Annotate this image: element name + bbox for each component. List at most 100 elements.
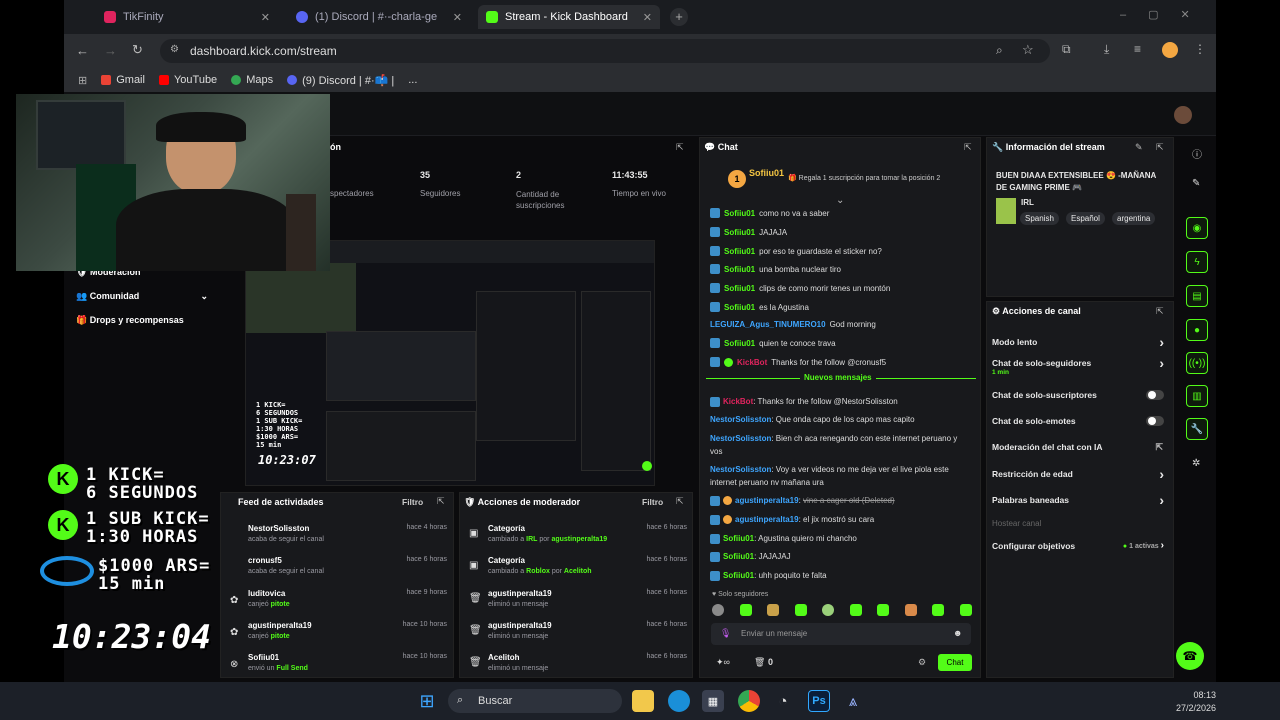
activity-item[interactable]: cronusf5 acaba de seguir el canal (248, 556, 324, 575)
info-icon[interactable]: ⓘ (1192, 146, 1202, 161)
chat-username[interactable]: Sofiiu01 (723, 552, 754, 561)
activity-popout-icon[interactable]: ⇱ (437, 496, 445, 507)
emote-icon[interactable] (904, 604, 917, 616)
wrench-icon[interactable]: 🔧 (1186, 418, 1208, 440)
emote-icon[interactable] (794, 604, 807, 616)
chat-message[interactable]: Sofiiu01 como no va a saber (710, 208, 970, 218)
tab-tikfinity[interactable]: TikFinity ✕ (96, 5, 278, 29)
zoom-icon[interactable]: ⌕ (996, 43, 1003, 58)
edit-icon[interactable]: ✎ (1135, 142, 1143, 153)
stream-preview[interactable]: 1 KICK= 6 SEGUNDOS 1 SUB KICK= 1:30 HORAS $1… (245, 240, 655, 486)
channel-action-item[interactable]: Chat de solo-emotes (992, 416, 1168, 426)
windows-start-icon[interactable]: ⊞ (416, 690, 438, 712)
emote-icon[interactable] (822, 604, 835, 616)
channel-action-item[interactable]: Palabras baneadas › (992, 492, 1168, 508)
chat-username[interactable]: Sofiiu01 (724, 228, 755, 237)
chat-message[interactable]: NestorSolisston: Que onda capo de los ca… (710, 413, 970, 426)
send-chat-button[interactable]: Chat (938, 654, 972, 671)
chat-username[interactable]: agustinperalta19 (735, 496, 799, 505)
mod-action-item[interactable]: Categoría cambiado a Roblox por Acelitoh (488, 556, 592, 575)
channel-action-item[interactable]: Modo lento › (992, 334, 1168, 350)
broadcast-icon[interactable]: ((•)) (1186, 352, 1208, 374)
chat-username[interactable]: Sofiiu01 (724, 339, 755, 348)
chat-message[interactable]: Sofiiu01 quien te conoce trava (710, 338, 970, 348)
chat-username[interactable]: Sofiiu01 (723, 534, 754, 543)
emote-bar[interactable] (712, 604, 972, 618)
chat-username[interactable]: NestorSolisston (710, 415, 771, 424)
points-icon[interactable]: ✦∞ (716, 657, 730, 668)
address-bar[interactable]: dashboard.kick.com/stream (160, 39, 1050, 63)
channel-action-item[interactable]: Restricción de edad › (992, 466, 1168, 482)
activity-item[interactable]: agustinperalta19 canjeó pitote (248, 621, 312, 640)
file-explorer-icon[interactable] (632, 690, 654, 712)
bookmark-discord[interactable]: (9) Discord | #·📫 | (287, 74, 394, 87)
popout-icon[interactable]: ⇱ (676, 142, 684, 153)
store-icon[interactable]: ▦ (702, 690, 724, 712)
forward-icon[interactable]: → (104, 43, 117, 58)
channel-action-item[interactable]: Chat de solo-suscriptores (992, 390, 1168, 400)
activity-item[interactable]: Sofiiu01 envió un Full Send (248, 653, 308, 672)
mod-filter[interactable]: Filtro (642, 497, 663, 507)
nav-community[interactable]: 👥 Comunidad ⌄ (76, 291, 208, 302)
chat-message[interactable]: NestorSolisston: Voy a ver videos no me … (710, 463, 970, 489)
emote-icon[interactable] (877, 604, 890, 616)
mod-action-item[interactable]: Acelitoh eliminó un mensaje (488, 653, 548, 672)
taskbar-search[interactable]: Buscar (448, 689, 622, 713)
emote-icon[interactable] (849, 604, 862, 616)
chat-input[interactable]: Enviar un mensaje (711, 623, 971, 645)
chat-message[interactable]: NestorSolisston: Bien ch aca renegando c… (710, 432, 970, 458)
chat-message[interactable]: Sofiiu01: JAJAJAJ (710, 550, 970, 563)
bookmark-maps[interactable]: Maps (231, 74, 273, 86)
close-icon[interactable]: ✕ (261, 11, 270, 24)
chat-message[interactable]: KickBot: Thanks for the follow @NestorSo… (710, 395, 970, 408)
channel-action-item[interactable]: Moderación del chat con IA ⇱ (992, 442, 1168, 452)
stream-info-popout-icon[interactable]: ⇱ (1156, 142, 1164, 153)
lightning-icon[interactable]: ϟ (1186, 251, 1208, 273)
chrome-icon[interactable] (738, 690, 760, 712)
chat-username[interactable]: Sofiiu01 (724, 284, 755, 293)
download-icon[interactable]: ⤓ (1104, 42, 1109, 57)
tab-discord[interactable]: (1) Discord | #·-charla-ge ✕ (288, 5, 470, 29)
gift-counter[interactable]: 🗑 0 (754, 657, 773, 668)
apps-icon[interactable]: ⊞ (78, 74, 87, 87)
media-icon[interactable]: ≡ (1134, 42, 1141, 56)
emote-icon[interactable] (712, 604, 724, 616)
extensions-icon[interactable]: ⧉ (1062, 42, 1071, 57)
chat-username[interactable]: KickBot (723, 397, 753, 406)
bookmark-gmail[interactable]: Gmail (101, 74, 145, 86)
obs-icon[interactable]: ◔ (772, 690, 794, 712)
channel-actions-popout-icon[interactable]: ⇱ (1156, 306, 1164, 317)
more-actions-icon[interactable]: ✲ (1192, 458, 1200, 469)
chat-username[interactable]: Sofiiu01 (724, 209, 755, 218)
emote-icon[interactable] (932, 604, 945, 616)
emote-icon[interactable] (959, 604, 972, 616)
close-icon[interactable]: ✕ (453, 11, 462, 24)
bookmark-star-icon[interactable]: ☆ (1022, 42, 1034, 58)
emote-icon[interactable] (739, 604, 752, 616)
chat-username[interactable]: Sofiiu01 (724, 303, 755, 312)
app-icon[interactable]: ⩓ (842, 690, 864, 712)
mod-action-item[interactable]: Categoría cambiado a IRL por agustinperal… (488, 524, 607, 543)
settings-icon[interactable]: ⚙ (918, 657, 926, 668)
channel-action-item[interactable]: Chat de solo-seguidores 1 min › (992, 355, 1168, 376)
chat-bubble-icon[interactable]: ● (1186, 319, 1208, 341)
mod-popout-icon[interactable]: ⇱ (676, 496, 684, 507)
photoshop-icon[interactable]: Ps (808, 690, 830, 712)
new-tab-button[interactable]: + (670, 8, 688, 26)
chat-message[interactable]: agustinperalta19: vine a cager old (Dele… (710, 494, 970, 507)
chat-message[interactable]: Sofiiu01 por eso te guardaste el sticker … (710, 246, 970, 256)
document-icon[interactable]: ▤ (1186, 285, 1208, 307)
top-gifter[interactable]: Sofiiu01 (749, 168, 784, 178)
taskbar-clock[interactable]: 08:13 27/2/2026 (1176, 689, 1216, 715)
chat-username[interactable]: Sofiiu01 (724, 247, 755, 256)
activity-item[interactable]: luditovica canjeó pitote (248, 589, 290, 608)
edge-icon[interactable] (668, 690, 690, 712)
chat-username[interactable]: NestorSolisston (710, 434, 771, 443)
chat-message[interactable]: Sofiiu01: uhh poquito te falta (710, 569, 970, 582)
site-info-icon[interactable]: ⚙ (170, 44, 179, 55)
toggle-switch[interactable] (1146, 390, 1164, 400)
pencil-icon[interactable]: ✎ (1192, 178, 1200, 189)
chat-username[interactable]: agustinperalta19 (735, 515, 799, 524)
chat-message[interactable]: Sofiiu01 clips de como morir tenes un mon… (710, 283, 970, 293)
chat-message[interactable]: Sofiiu01: Agustina quiero mi chancho (710, 532, 970, 545)
